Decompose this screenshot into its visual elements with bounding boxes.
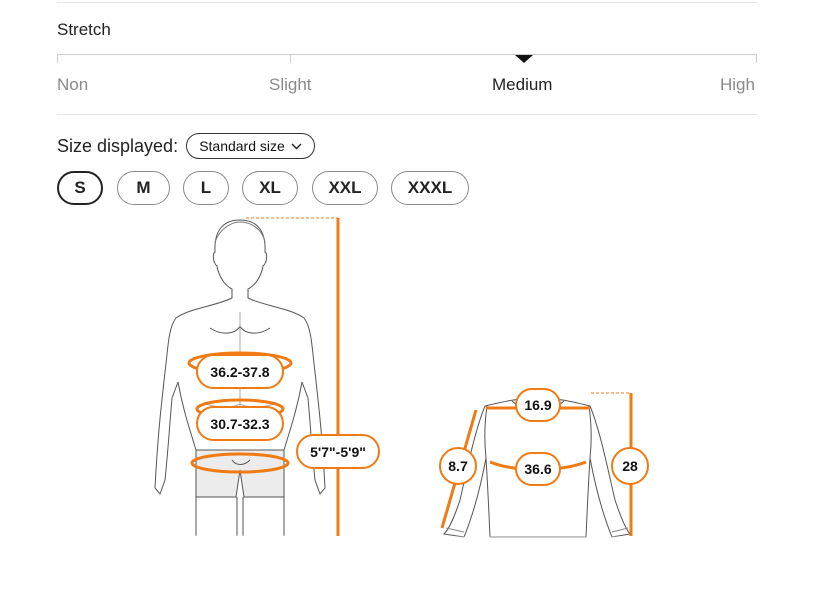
stretch-selected-marker [515, 55, 533, 63]
top-divider [57, 2, 757, 3]
size-type-value: Standard size [199, 138, 285, 154]
chest-measure-value: 36.2-37.8 [210, 364, 269, 380]
stretch-level-high: High [720, 75, 755, 94]
size-button-m[interactable]: M [117, 171, 170, 205]
garment-chest-measure-badge: 36.6 [515, 452, 561, 486]
chevron-down-icon [291, 143, 302, 149]
length-measure-value: 28 [622, 458, 638, 474]
size-button-xxxl[interactable]: XXXL [391, 171, 469, 205]
shoulder-measure-value: 16.9 [524, 397, 551, 413]
size-button-xl[interactable]: XL [242, 171, 298, 205]
sleeve-measure-badge: 8.7 [439, 447, 477, 485]
stretch-level-non: Non [57, 75, 89, 94]
garment-chest-measure-value: 36.6 [524, 461, 551, 477]
section-divider [57, 114, 757, 115]
size-button-l[interactable]: L [183, 171, 229, 205]
height-measure-badge: 5'7"-5'9" [296, 434, 380, 469]
stretch-title: Stretch [57, 20, 111, 39]
stretch-tick-high [756, 54, 757, 63]
size-chart-figures: 36.2-37.8 30.7-32.3 5'7"-5'9" 16.9 8.7 3… [150, 217, 650, 540]
stretch-tick-slight [290, 54, 291, 63]
stretch-tick-non [57, 54, 58, 63]
size-type-select[interactable]: Standard size [186, 133, 315, 159]
size-button-xxl[interactable]: XXL [312, 171, 378, 205]
stretch-level-slight: Slight [269, 75, 312, 94]
waist-measure-badge: 30.7-32.3 [196, 406, 284, 441]
stretch-level-medium: Medium [492, 75, 553, 94]
shoulder-measure-badge: 16.9 [515, 388, 561, 422]
stretch-track [57, 54, 757, 55]
waist-measure-value: 30.7-32.3 [210, 416, 269, 432]
size-button-s[interactable]: S [57, 171, 103, 205]
sleeve-measure-value: 8.7 [448, 458, 468, 474]
chest-measure-badge: 36.2-37.8 [196, 354, 284, 389]
length-measure-badge: 28 [611, 447, 649, 485]
size-displayed-label: Size displayed: [57, 136, 179, 156]
height-measure-value: 5'7"-5'9" [310, 444, 366, 460]
